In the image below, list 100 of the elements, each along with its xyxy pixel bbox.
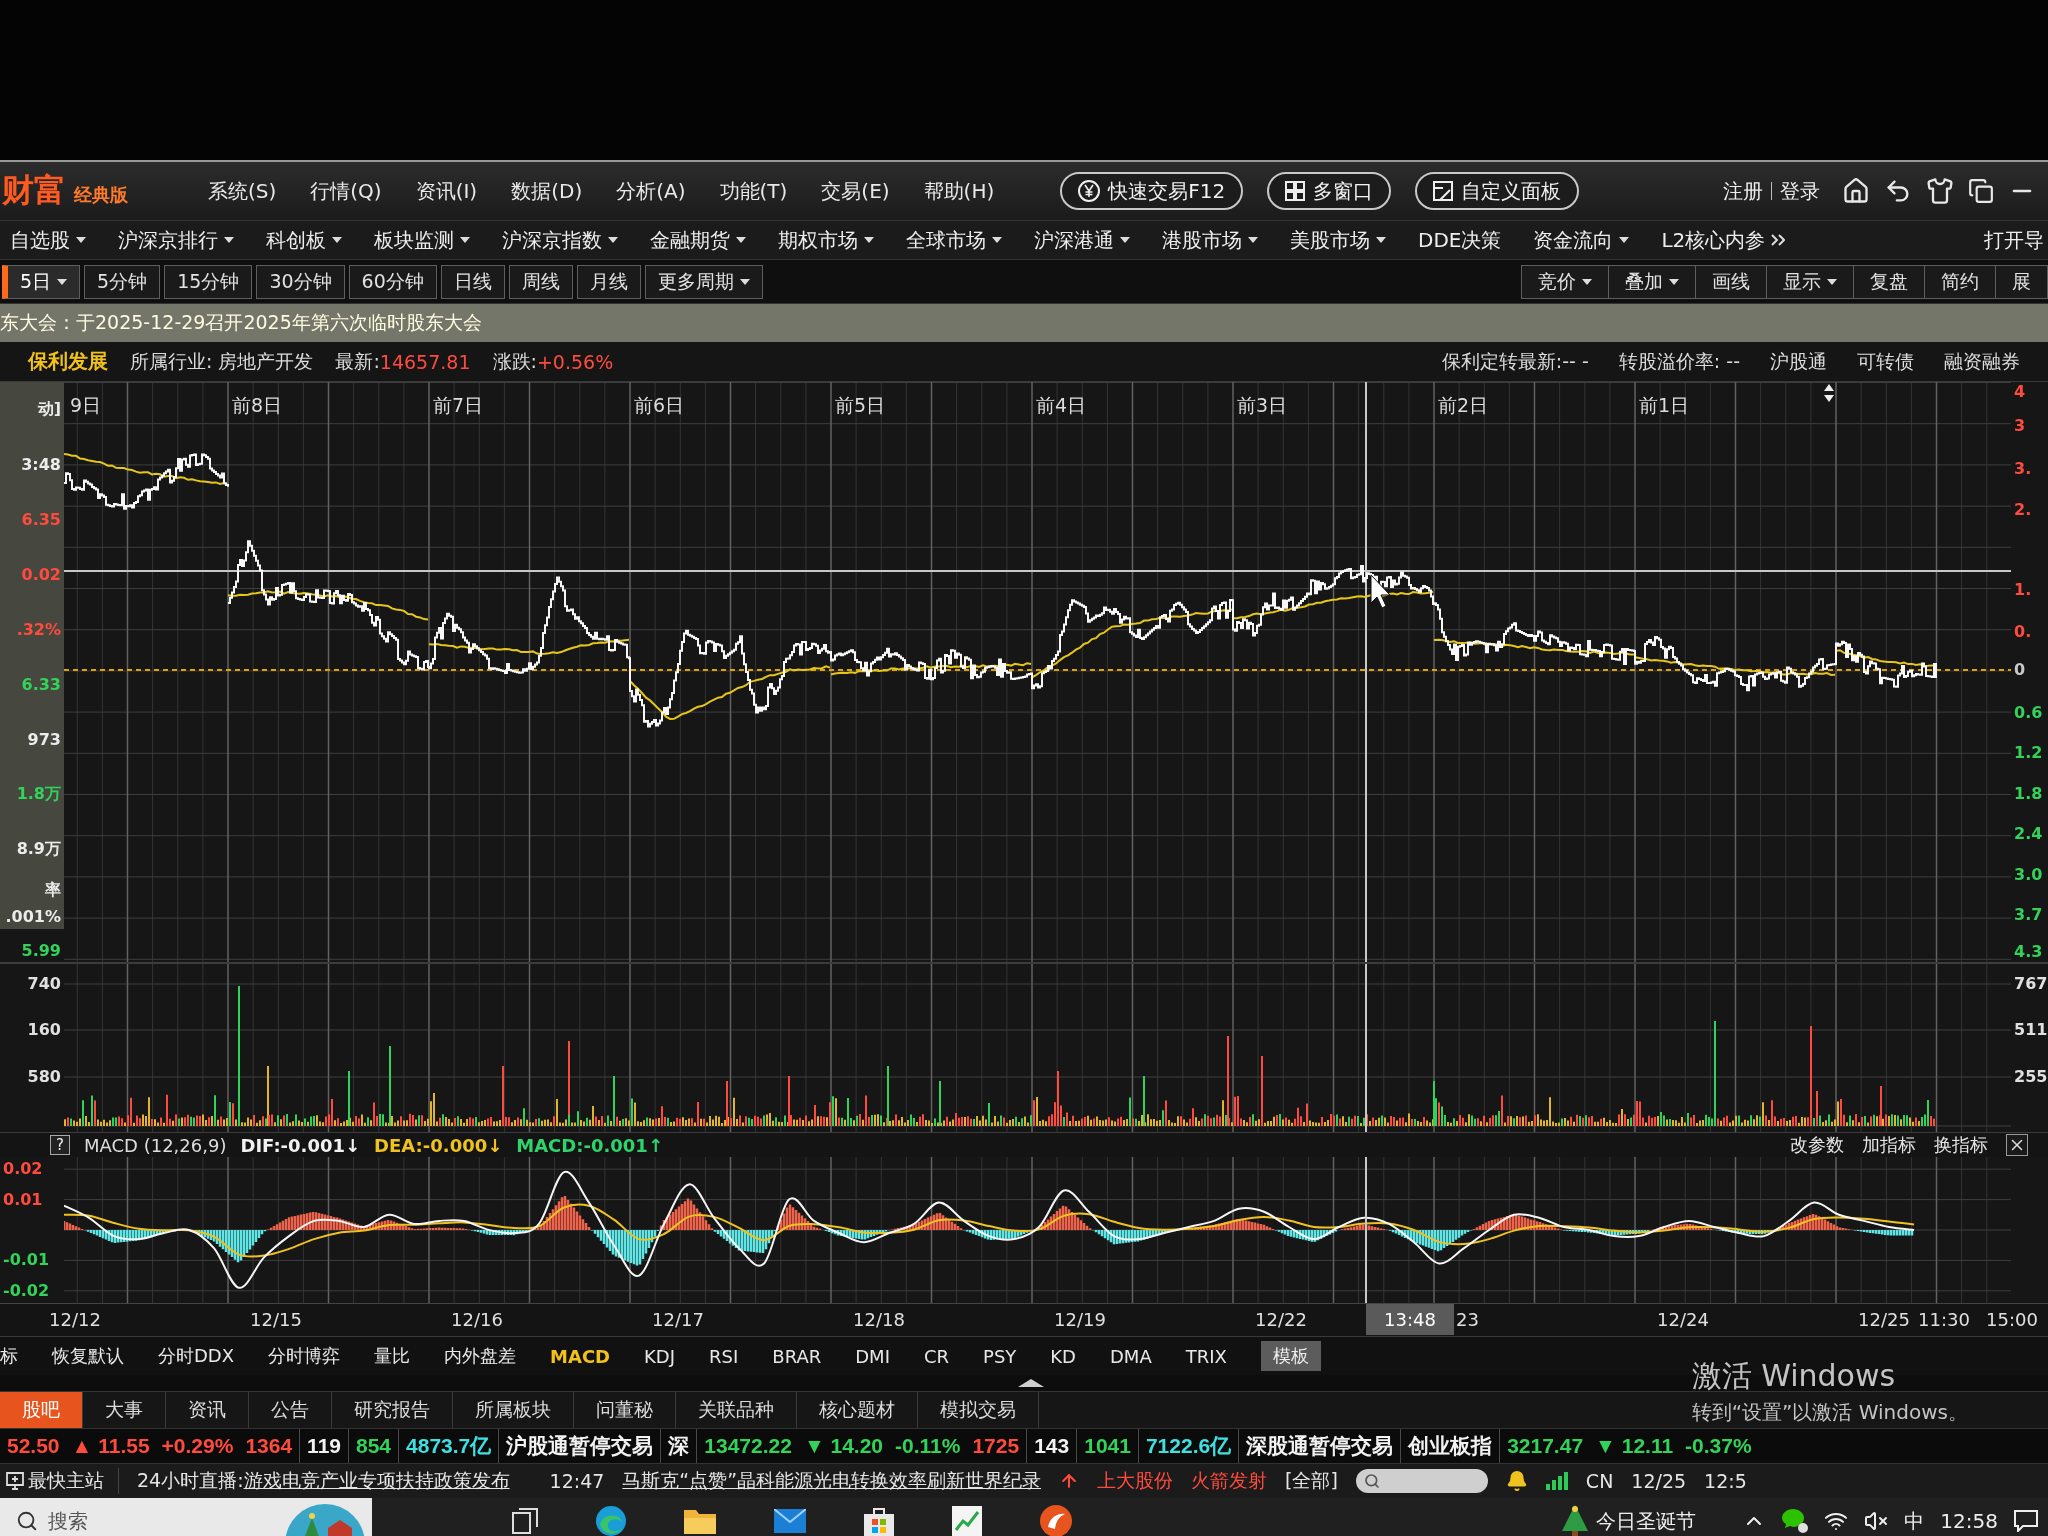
notification-icon[interactable] — [2014, 1510, 2038, 1532]
filter-link[interactable]: [全部] — [1285, 1468, 1338, 1494]
toolbar-button[interactable]: 显示 — [1766, 264, 1854, 299]
menu-item[interactable]: 行情(Q) — [310, 177, 382, 205]
info-tab[interactable]: 资讯 — [166, 1392, 249, 1428]
indicator-tab[interactable]: BRAR — [772, 1345, 822, 1367]
toolbar-button[interactable]: 画线 — [1695, 264, 1767, 299]
muted-speaker-icon[interactable] — [1864, 1509, 1889, 1533]
mail-icon[interactable] — [774, 1509, 806, 1533]
nav-menu-item[interactable]: 港股市场 — [1162, 226, 1258, 254]
indicator-tab[interactable]: 恢复默认 — [52, 1344, 124, 1368]
indicator-tab[interactable]: KD — [1050, 1345, 1076, 1367]
info-tab[interactable]: 所属板块 — [453, 1392, 574, 1428]
clock-text[interactable]: 12:58 — [1940, 1509, 1998, 1533]
period-tab[interactable]: 60分钟 — [348, 264, 437, 299]
open-nav-link[interactable]: 打开导 — [1984, 226, 2044, 254]
help-button[interactable]: ? — [50, 1135, 70, 1155]
search-field[interactable] — [1355, 1469, 1488, 1493]
indicator-action-link[interactable]: 改参数 — [1790, 1133, 1844, 1157]
nav-menu-item[interactable]: DDE决策 — [1418, 226, 1502, 254]
server-button[interactable]: 最快主站 — [6, 1468, 119, 1494]
indicator-tab[interactable]: PSY — [983, 1345, 1017, 1367]
period-tab[interactable]: 15分钟 — [164, 264, 253, 299]
nav-menu-item[interactable]: 板块监测 — [374, 226, 470, 254]
menu-item[interactable]: 资讯(I) — [415, 177, 478, 205]
toolbar-button[interactable]: 叠加 — [1608, 264, 1696, 299]
info-tab[interactable]: 模拟交易 — [918, 1392, 1039, 1428]
stacked-windows-icon[interactable] — [512, 1508, 538, 1534]
nav-menu-item[interactable]: 沪深京排行 — [118, 226, 234, 254]
indicator-tab[interactable]: TRIX — [1185, 1345, 1227, 1367]
quote-link[interactable]: 保利定转最新:-- - — [1441, 348, 1589, 375]
indicator-tab[interactable]: 内外盘差 — [444, 1344, 517, 1368]
indicator-tab[interactable]: 量比 — [374, 1344, 411, 1368]
hot-stock-link[interactable]: 上大股份 — [1097, 1468, 1174, 1494]
period-tab[interactable]: 更多周期 — [644, 264, 763, 299]
quote-link[interactable]: 可转债 — [1857, 348, 1914, 375]
nav-menu-item[interactable]: 自选股 — [10, 226, 86, 254]
nav-menu-item[interactable]: L2核心内参 — [1661, 226, 1786, 254]
search-input[interactable]: 搜索 — [48, 1506, 272, 1536]
app-icon[interactable] — [1040, 1505, 1072, 1536]
home-icon[interactable] — [1842, 177, 1870, 205]
news-link[interactable]: 游戏电竞产业专项扶持政策发布 — [243, 1468, 510, 1494]
info-tab[interactable]: 股吧 — [0, 1392, 83, 1428]
indicator-tab[interactable]: DMA — [1110, 1345, 1152, 1367]
nav-menu-item[interactable]: 沪深港通 — [1034, 226, 1130, 254]
nav-menu-item[interactable]: 金融期货 — [650, 226, 746, 254]
indicator-tab[interactable]: DMI — [855, 1345, 890, 1367]
shirt-icon[interactable] — [1926, 177, 1954, 205]
quick-trade-button[interactable]: 快速交易F12 — [1060, 172, 1244, 210]
indicator-tab[interactable]: 分时博弈 — [268, 1344, 341, 1368]
menu-item[interactable]: 数据(D) — [511, 177, 583, 205]
taskbar-search-field[interactable]: 搜索 — [0, 1498, 372, 1536]
nav-menu-item[interactable]: 资金流向 — [1533, 226, 1630, 254]
period-tab[interactable]: 周线 — [508, 264, 573, 299]
menu-item[interactable]: 交易(E) — [821, 177, 890, 205]
hot-stock-link[interactable]: 火箭发射 — [1191, 1468, 1268, 1494]
custom-panel-button[interactable]: 自定义面板 — [1415, 172, 1580, 210]
toolbar-button[interactable]: 竞价 — [1521, 264, 1609, 299]
account-link[interactable]: 登录 — [1780, 177, 1820, 205]
nav-menu-item[interactable]: 科创板 — [266, 226, 342, 254]
close-button[interactable] — [2006, 1134, 2028, 1156]
collapse-handle-icon[interactable] — [1018, 1379, 1044, 1387]
account-link[interactable]: 注册 — [1723, 177, 1763, 205]
info-tab[interactable]: 关联品种 — [676, 1392, 797, 1428]
period-tab[interactable]: 月线 — [576, 264, 641, 299]
input-method-label[interactable]: 中 — [1904, 1507, 1925, 1535]
indicator-tab[interactable]: CR — [923, 1345, 950, 1367]
indicator-tab[interactable]: 标 — [0, 1344, 18, 1368]
menu-item[interactable]: 帮助(H) — [923, 177, 995, 205]
nav-menu-item[interactable]: 美股市场 — [1290, 226, 1386, 254]
period-tab[interactable]: 5日 — [2, 264, 81, 299]
menu-item[interactable]: 分析(A) — [616, 177, 686, 205]
info-tab[interactable]: 大事 — [83, 1392, 166, 1428]
quote-link[interactable]: 融资融券 — [1944, 348, 2020, 375]
period-tab[interactable]: 5分钟 — [84, 264, 161, 299]
info-tab[interactable]: 核心题材 — [797, 1392, 918, 1428]
period-tab[interactable]: 30分钟 — [256, 264, 345, 299]
menu-item[interactable]: 系统(S) — [208, 177, 277, 205]
nav-menu-item[interactable]: 全球市场 — [906, 226, 1002, 254]
holiday-text[interactable]: 今日圣诞节 — [1596, 1507, 1697, 1535]
info-tab[interactable]: 研究报告 — [332, 1392, 453, 1428]
indicator-tab[interactable]: KDJ — [644, 1345, 676, 1367]
indicator-tab[interactable]: RSI — [709, 1345, 739, 1367]
menu-item[interactable]: 功能(T) — [719, 177, 788, 205]
quote-link[interactable]: 沪股通 — [1770, 348, 1827, 375]
overlapping-squares-icon[interactable] — [1968, 178, 1994, 204]
folder-icon[interactable] — [684, 1508, 716, 1534]
store-bag-icon[interactable] — [864, 1506, 894, 1536]
indicator-action-link[interactable]: 换指标 — [1934, 1133, 1988, 1157]
nav-menu-item[interactable]: 沪深京指数 — [502, 226, 618, 254]
headline-link[interactable]: 马斯克“点赞”晶科能源光电转换效率刷新世界纪录 — [622, 1468, 1042, 1494]
info-tab[interactable]: 问董秘 — [574, 1392, 676, 1428]
toolbar-button[interactable]: 复盘 — [1853, 264, 1925, 299]
info-tab[interactable]: 公告 — [249, 1392, 332, 1428]
indicator-tab[interactable]: MACD — [550, 1345, 611, 1367]
chat-icon[interactable] — [1782, 1509, 1809, 1533]
chart-app-icon[interactable] — [952, 1506, 982, 1536]
indicator-action-link[interactable]: 加指标 — [1862, 1133, 1916, 1157]
browser-icon[interactable] — [596, 1506, 626, 1536]
bell-icon[interactable] — [1505, 1470, 1528, 1492]
